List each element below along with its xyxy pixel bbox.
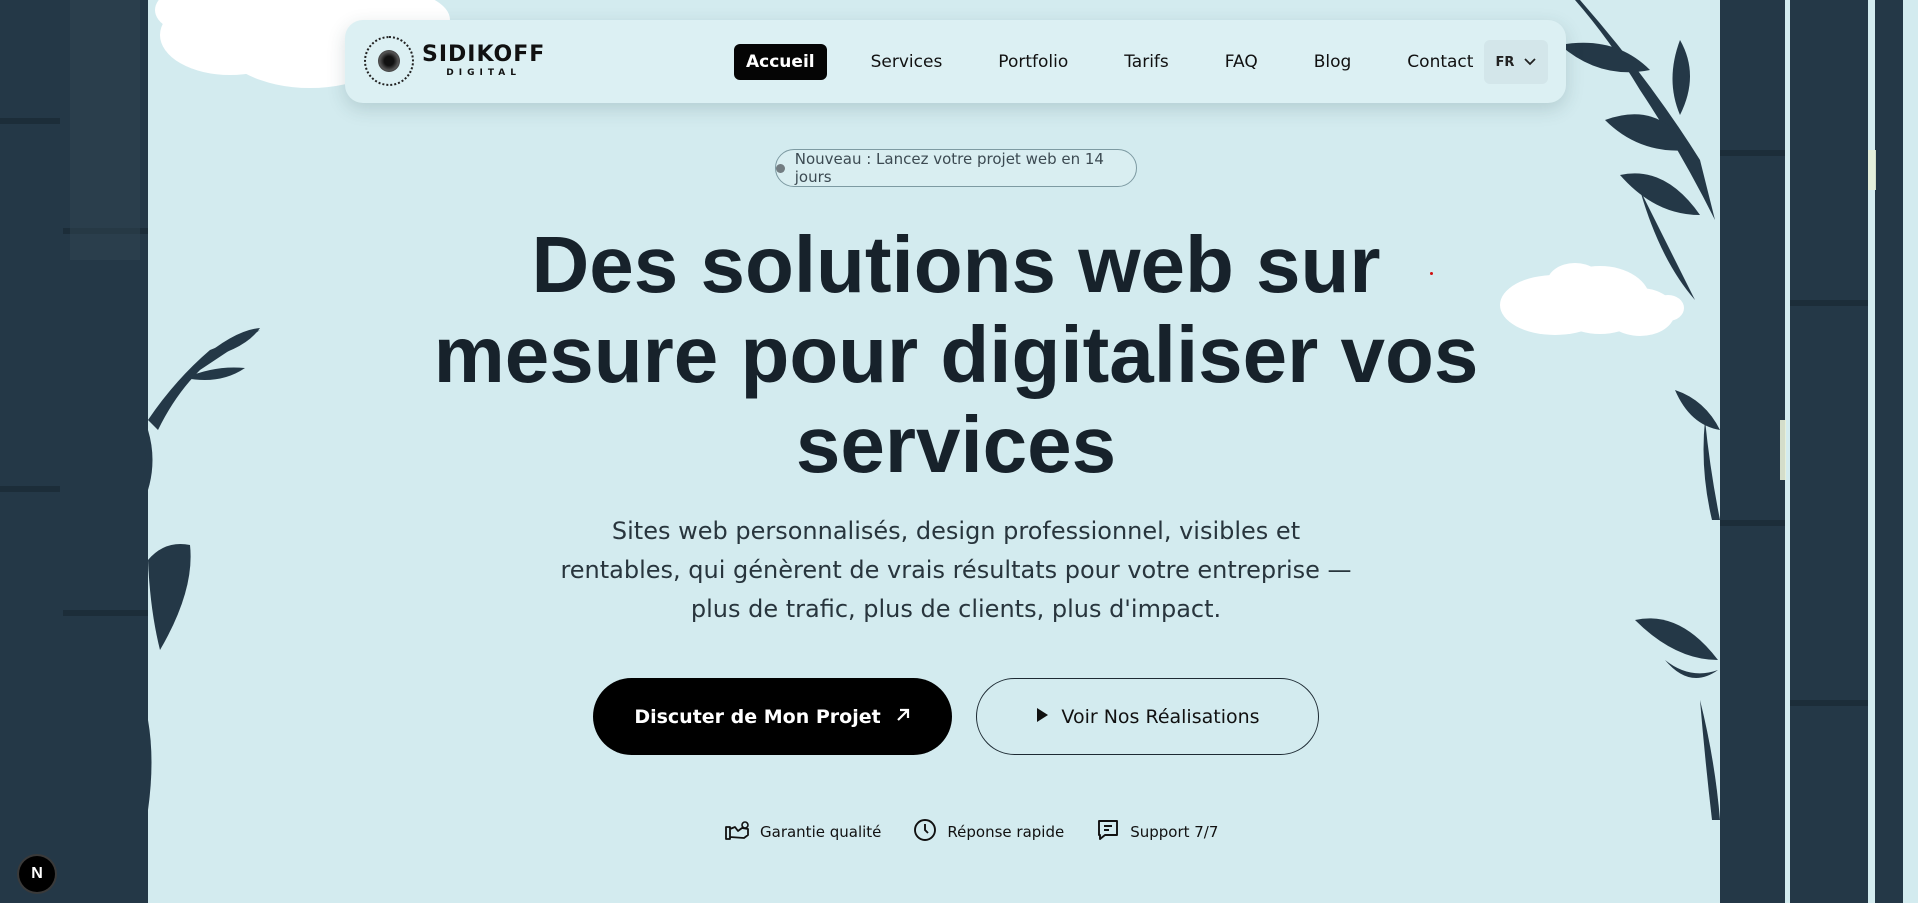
- bamboo-left: [0, 0, 260, 903]
- brand-logo[interactable]: SIDIKOFF DIGITAL: [364, 36, 545, 86]
- bamboo-right: [1560, 0, 1903, 903]
- hero-subtitle: Sites web personnalisés, design professi…: [560, 512, 1352, 629]
- hero-title-line: mesure pour digitaliser vos: [433, 310, 1479, 399]
- feature-item: Garantie qualité: [724, 819, 881, 845]
- hero-title-line: Des solutions web sur: [531, 220, 1381, 309]
- hero-subtitle-line: plus de trafic, plus de clients, plus d'…: [690, 595, 1222, 623]
- view-portfolio-label: Voir Nos Réalisations: [1061, 705, 1260, 728]
- announcement-badge: Nouveau : Lancez votre projet web en 14 …: [775, 149, 1137, 187]
- hero-title-line: services: [795, 400, 1117, 489]
- cursor-dot: [1430, 272, 1433, 275]
- hero-subtitle-line: rentables, qui génèrent de vrais résulta…: [560, 556, 1352, 584]
- feature-item: Support 7/7: [1096, 818, 1218, 846]
- feature-label: Support 7/7: [1130, 823, 1219, 841]
- nav-item-services[interactable]: Services: [859, 44, 955, 80]
- logo-emblem-icon: [364, 36, 414, 86]
- brand-name: SIDIKOFF: [422, 42, 546, 67]
- main-nav: Accueil Services Portfolio Tarifs FAQ Bl…: [734, 43, 1485, 80]
- nav-item-blog[interactable]: Blog: [1302, 44, 1364, 80]
- dot-icon: [776, 163, 785, 173]
- chat-icon: [1096, 818, 1120, 846]
- language-selector[interactable]: FR: [1484, 40, 1548, 84]
- hero-subtitle-line: Sites web personnalisés, design professi…: [611, 517, 1301, 545]
- announcement-text: Nouveau : Lancez votre projet web en 14 …: [794, 150, 1104, 186]
- navbar: SIDIKOFF DIGITAL Accueil Services Portfo…: [345, 20, 1566, 103]
- nav-item-accueil[interactable]: Accueil: [734, 43, 827, 80]
- feature-label: Réponse rapide: [947, 823, 1065, 841]
- feature-item: Réponse rapide: [913, 818, 1064, 846]
- feature-label: Garantie qualité: [760, 823, 882, 841]
- hero-title: Des solutions web sur mesure pour digita…: [400, 220, 1512, 490]
- nav-item-portfolio[interactable]: Portfolio: [986, 44, 1080, 80]
- feature-list: Garantie qualité Réponse rapide Support …: [724, 817, 1218, 847]
- nav-item-contact[interactable]: Contact: [1395, 44, 1485, 80]
- language-code: FR: [1495, 54, 1515, 70]
- chevron-down-icon: [1524, 55, 1537, 70]
- discuss-project-label: Discuter de Mon Projet: [634, 705, 881, 728]
- play-icon: [1035, 706, 1049, 728]
- brand-tagline: DIGITAL: [446, 68, 521, 78]
- arrow-up-right-icon: [895, 706, 911, 728]
- nav-item-faq[interactable]: FAQ: [1213, 44, 1270, 80]
- nav-item-tarifs[interactable]: Tarifs: [1112, 44, 1181, 80]
- discuss-project-button[interactable]: Discuter de Mon Projet: [593, 678, 952, 755]
- clock-icon: [913, 818, 937, 846]
- nextjs-dev-badge[interactable]: N: [19, 856, 55, 892]
- quality-icon: [724, 819, 750, 845]
- view-portfolio-button[interactable]: Voir Nos Réalisations: [976, 678, 1319, 755]
- cloud-right: [1500, 263, 1684, 336]
